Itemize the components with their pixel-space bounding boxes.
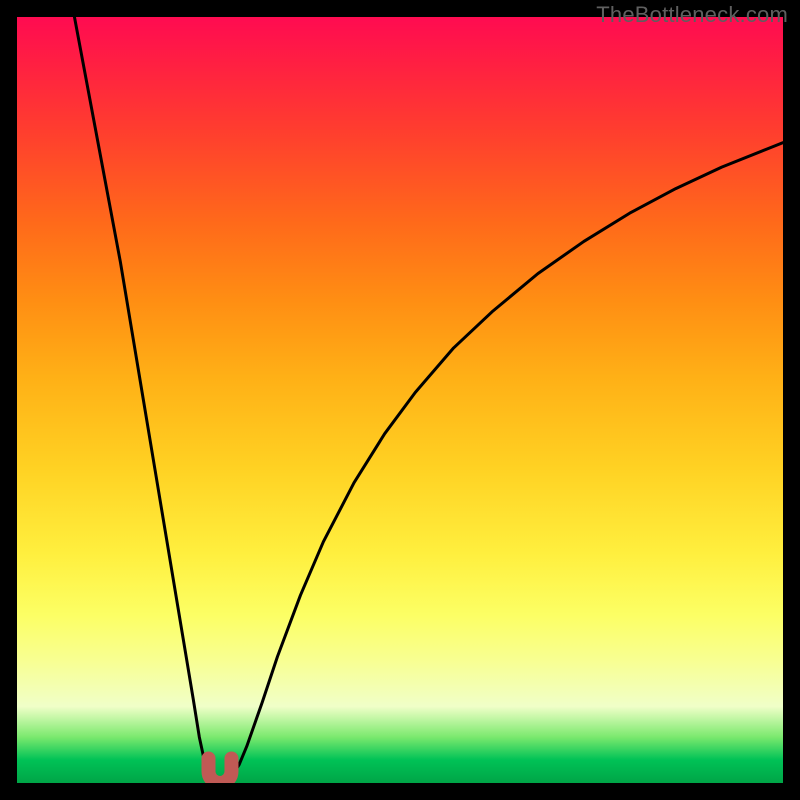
series-left-branch (74, 17, 212, 780)
curve-overlay (17, 17, 783, 783)
attribution-label: TheBottleneck.com (596, 2, 788, 28)
series-right-branch (228, 143, 783, 780)
u-shaped-dip-marker (209, 758, 232, 783)
outer-frame: TheBottleneck.com (0, 0, 800, 800)
plot-area (17, 17, 783, 783)
